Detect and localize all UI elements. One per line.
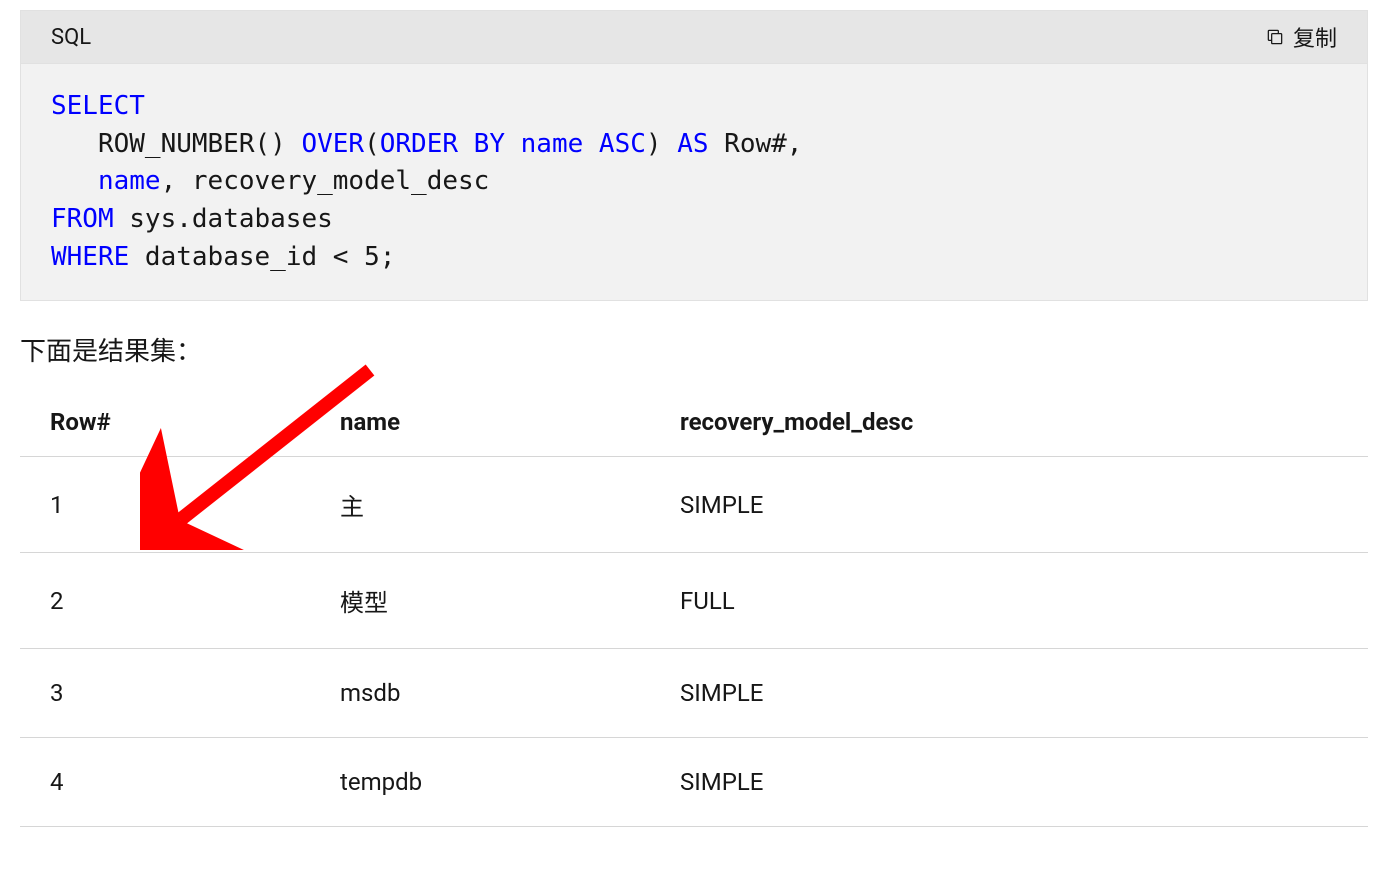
table-cell: SIMPLE <box>650 649 1368 738</box>
code-body[interactable]: SELECT ROW_NUMBER() OVER(ORDER BY name A… <box>21 64 1367 300</box>
table-cell: 1 <box>20 457 310 553</box>
copy-button[interactable]: 复制 <box>1265 21 1337 53</box>
table-cell: msdb <box>310 649 650 738</box>
table-cell: FULL <box>650 553 1368 649</box>
table-cell: SIMPLE <box>650 457 1368 553</box>
table-row: 3msdbSIMPLE <box>20 649 1368 738</box>
col-header-recovery: recovery_model_desc <box>650 388 1368 457</box>
col-header-name: name <box>310 388 650 457</box>
result-table: Row# name recovery_model_desc 1主SIMPLE2模… <box>20 388 1368 827</box>
copy-icon <box>1265 27 1285 47</box>
table-cell: tempdb <box>310 738 650 827</box>
code-block: SQL 复制 SELECT ROW_NUMBER() OVER(ORDER BY… <box>20 10 1368 301</box>
table-cell: 模型 <box>310 553 650 649</box>
table-row: 2模型FULL <box>20 553 1368 649</box>
table-cell: 2 <box>20 553 310 649</box>
table-header-row: Row# name recovery_model_desc <box>20 388 1368 457</box>
table-cell: 3 <box>20 649 310 738</box>
copy-button-label: 复制 <box>1293 21 1337 53</box>
table-row: 1主SIMPLE <box>20 457 1368 553</box>
col-header-row-num: Row# <box>20 388 310 457</box>
code-header: SQL 复制 <box>21 11 1367 64</box>
result-set-label: 下面是结果集： <box>20 331 1368 368</box>
code-language-label: SQL <box>51 25 91 50</box>
table-row: 4tempdbSIMPLE <box>20 738 1368 827</box>
table-cell: 4 <box>20 738 310 827</box>
table-cell: 主 <box>310 457 650 553</box>
table-cell: SIMPLE <box>650 738 1368 827</box>
